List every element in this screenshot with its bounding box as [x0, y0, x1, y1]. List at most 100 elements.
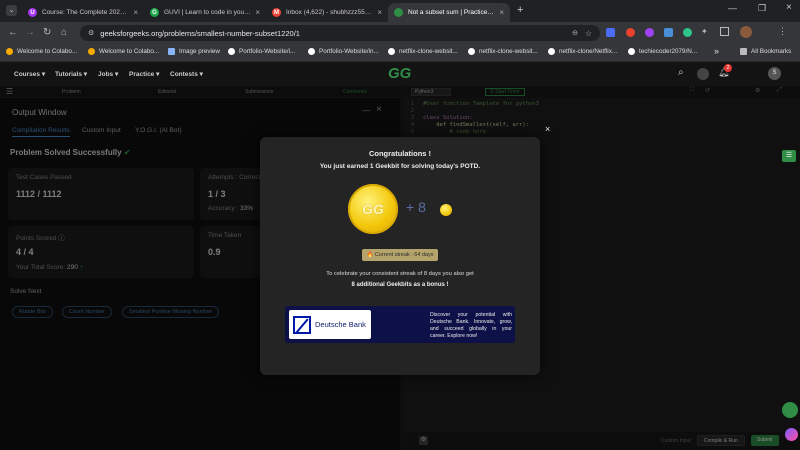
sidebar-toggle-icon[interactable]	[720, 27, 729, 36]
geekbit-coin-icon: GG	[348, 184, 398, 234]
bookmark-item[interactable]: Welcome to Colabo...	[88, 48, 159, 55]
github-icon	[468, 48, 475, 55]
extension-icon[interactable]	[664, 28, 673, 37]
close-tab-icon[interactable]: ×	[133, 8, 138, 17]
gfg-avatar[interactable]: S	[768, 67, 781, 80]
close-tab-icon[interactable]: ×	[499, 8, 504, 17]
assistant-float-icon[interactable]	[782, 402, 798, 418]
minimize-window-icon[interactable]: —	[728, 3, 737, 13]
bookmark-item[interactable]: netflix-clone-websit...	[468, 48, 538, 55]
current-streak-badge: 🔥 Current streak : 64 days	[362, 249, 438, 261]
modal-close-icon[interactable]: ×	[545, 124, 550, 134]
extensions-puzzle-icon[interactable]: ✦	[701, 27, 708, 36]
small-coin-icon	[440, 204, 452, 216]
maximize-window-icon[interactable]: ❐	[758, 3, 766, 14]
new-tab-icon[interactable]: +	[517, 4, 523, 16]
deutsche-bank-logo: Deutsche Bank	[289, 310, 371, 339]
all-bookmarks[interactable]: All Bookmarks	[740, 48, 791, 55]
gmail-favicon-icon: M	[272, 8, 281, 17]
bookmark-item[interactable]: netflix-clone-websit...	[388, 48, 458, 55]
bookmark-label: techiecoder2079/N...	[639, 48, 698, 55]
close-tab-icon[interactable]: ×	[255, 8, 260, 17]
chat-float-icon[interactable]: ☰	[782, 150, 796, 162]
tab-search-icon[interactable]: ⌄	[6, 5, 17, 16]
tab-title: GUVI | Learn to code in your na	[164, 9, 252, 16]
browser-tab-1[interactable]: G GUVI | Learn to code in your na ×	[144, 3, 266, 22]
browser-tab-3[interactable]: Not a subset sum | Practice | G ×	[388, 3, 510, 22]
address-bar[interactable]: ⚙ geeksforgeeks.org/problems/smallest-nu…	[80, 25, 600, 41]
extension-icon[interactable]	[606, 28, 615, 37]
browser-tab-0[interactable]: U Course: The Complete 2024 We ×	[22, 3, 144, 22]
bookmark-item[interactable]: Portfolio-Website/in...	[308, 48, 379, 55]
bookmark-label: Portfolio-Website/i...	[239, 48, 296, 55]
notification-count-badge: 2	[724, 64, 732, 72]
forward-icon[interactable]: →	[25, 27, 35, 38]
extension-icon[interactable]	[645, 28, 654, 37]
menu-jobs[interactable]: Jobs ▾	[98, 70, 118, 78]
ad-copy: Discover your potential with Deutsche Ba…	[430, 312, 512, 339]
modal-title: Congratulations !	[368, 149, 432, 158]
bonus-message: 8 additional Geekbits as a bonus !	[351, 282, 449, 288]
ai-float-icon[interactable]	[785, 428, 798, 441]
gfg-header: Courses ▾ Tutorials ▾ Jobs ▾ Practice ▾ …	[0, 62, 800, 86]
browser-tab-strip: ⌄ U Course: The Complete 2024 We × G GUV…	[0, 0, 800, 22]
search-icon[interactable]: ⌕	[678, 67, 684, 78]
github-icon	[228, 48, 235, 55]
bookmark-item[interactable]: Welcome to Colabo...	[6, 48, 77, 55]
colab-icon	[6, 48, 13, 55]
github-icon	[388, 48, 395, 55]
bookmarks-bar: Welcome to Colabo... Welcome to Colabo..…	[0, 44, 800, 62]
browser-toolbar: ← → ↻ ⌂ ⚙ geeksforgeeks.org/problems/sma…	[0, 22, 800, 44]
ad-brand-name: Deutsche Bank	[315, 320, 366, 329]
menu-courses[interactable]: Courses ▾	[14, 70, 45, 78]
bookmark-label: Welcome to Colabo...	[17, 48, 78, 55]
gfg-favicon-icon	[394, 8, 403, 17]
menu-practice[interactable]: Practice ▾	[129, 70, 159, 78]
congratulations-modal: Congratulations ! You just earned 1 Geek…	[260, 137, 540, 375]
menu-tutorials[interactable]: Tutorials ▾	[55, 70, 87, 78]
bookmark-label: netflix-clone-websit...	[479, 48, 538, 55]
address-url: geeksforgeeks.org/problems/smallest-numb…	[100, 28, 300, 38]
plus-geekbits-text: + 8	[406, 199, 426, 215]
folder-icon	[740, 48, 747, 55]
github-icon	[308, 48, 315, 55]
tab-title: Not a subset sum | Practice | G	[408, 9, 496, 16]
extension-icon[interactable]	[626, 28, 635, 37]
theme-toggle[interactable]	[697, 68, 709, 80]
colab-icon	[88, 48, 95, 55]
bookmark-item[interactable]: Image preview	[168, 48, 220, 55]
bookmarks-overflow-button[interactable]: »	[714, 46, 719, 56]
profile-avatar[interactable]	[740, 26, 752, 38]
extension-icon[interactable]	[683, 28, 692, 37]
close-window-icon[interactable]: ×	[786, 2, 792, 13]
bookmark-item[interactable]: netflix-clone/Netflix...	[548, 48, 617, 55]
zoom-icon[interactable]: ⊖	[572, 29, 578, 37]
tab-title: Course: The Complete 2024 We	[42, 9, 130, 16]
modal-subtitle: You just earned 1 Geekbit for solving to…	[319, 163, 481, 170]
site-info-icon[interactable]: ⚙	[88, 29, 94, 37]
bookmark-star-icon[interactable]: ☆	[585, 29, 592, 38]
bookmark-label: All Bookmarks	[751, 48, 792, 55]
streak-message: To celebrate your consistent streak of 8…	[326, 271, 474, 277]
bookmark-label: netflix-clone-websit...	[399, 48, 458, 55]
github-icon	[628, 48, 635, 55]
deutsche-bank-ad[interactable]: Deutsche Bank Discover your potential wi…	[285, 306, 515, 343]
browser-tab-2[interactable]: M Inbox (4,622) - shubhzzz55577 ×	[266, 3, 388, 22]
bookmark-label: Portfolio-Website/in...	[319, 48, 379, 55]
close-tab-icon[interactable]: ×	[377, 8, 382, 17]
tab-title: Inbox (4,622) - shubhzzz55577	[286, 9, 374, 16]
menu-contests[interactable]: Contests ▾	[170, 70, 203, 78]
bookmark-label: Image preview	[179, 48, 220, 55]
reload-icon[interactable]: ↻	[43, 27, 51, 38]
gfg-logo[interactable]: GG	[388, 65, 411, 82]
back-icon[interactable]: ←	[8, 27, 18, 38]
github-icon	[548, 48, 555, 55]
deutsche-bank-slash-icon	[293, 315, 311, 334]
browser-menu-icon[interactable]: ⋮	[778, 26, 787, 37]
bookmark-label: Welcome to Colabo...	[99, 48, 160, 55]
coin-gfg-logo: GG	[362, 201, 384, 217]
guvi-favicon-icon: G	[150, 8, 159, 17]
home-icon[interactable]: ⌂	[61, 27, 67, 38]
bookmark-item[interactable]: Portfolio-Website/i...	[228, 48, 295, 55]
bookmark-item[interactable]: techiecoder2079/N...	[628, 48, 697, 55]
